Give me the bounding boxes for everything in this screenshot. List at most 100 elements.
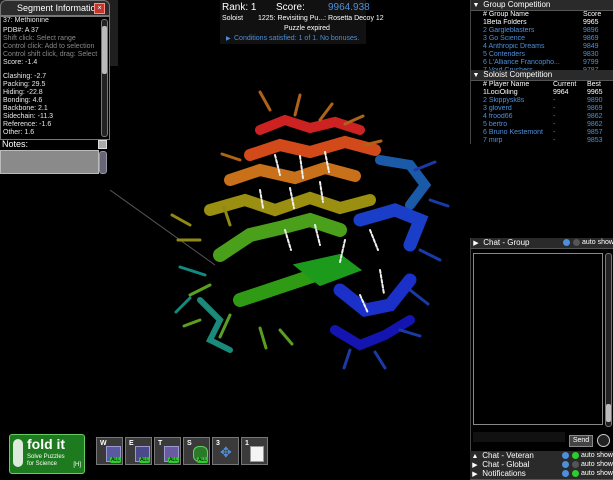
info-icon[interactable] <box>562 470 569 477</box>
wiggle-all-badge: ALL <box>110 457 121 463</box>
player-best: 9869 <box>587 105 603 112</box>
group-row[interactable]: 2 Gargleblasters 9896 <box>471 27 613 35</box>
player-row[interactable]: 4 frood66 - 9862 <box>471 113 613 121</box>
chat-group-header[interactable]: ▶ Chat - Group auto show <box>471 238 613 249</box>
info-icon[interactable] <box>563 239 570 246</box>
player-row[interactable]: 1LociOiling 9964 9965 <box>471 89 613 97</box>
soloist-competition-header[interactable]: ▼ Soloist Competition <box>471 70 613 81</box>
group-score: 9799 <box>583 59 599 66</box>
protein-viewport[interactable] <box>110 60 470 430</box>
group-name: 2 Gargleblasters <box>483 27 535 34</box>
info-icon[interactable] <box>562 452 569 459</box>
group-score: 9849 <box>583 43 599 50</box>
col-player-name: # Player Name <box>483 81 530 88</box>
logo-sub1-text: Solve Puzzles <box>27 454 65 460</box>
wiggle-sidechains-tool-button[interactable]: T ALL <box>154 437 181 465</box>
col-group-score: Score <box>583 11 602 18</box>
conditions-text[interactable]: Conditions satisfied: 1 of 1. No bonuses… <box>234 35 359 42</box>
score-value: 9964.938 <box>328 2 370 13</box>
collapse-triangle-icon[interactable]: ▼ <box>471 1 481 11</box>
conditions-arrow-icon[interactable]: ▶ <box>226 35 231 42</box>
col-current: Current <box>553 81 577 88</box>
expand-triangle-icon[interactable]: ▶ <box>471 239 481 249</box>
shake-all-badge: ALL <box>139 457 150 463</box>
player-current: - <box>553 121 556 128</box>
notepad-icon <box>250 446 264 462</box>
group-table-header: # Group Name Score <box>471 11 613 19</box>
foldit-logo[interactable]: fold it Solve Puzzles for Science [H] <box>9 434 85 474</box>
player-best: 9862 <box>587 113 603 120</box>
player-row[interactable]: 5 bertro - 9862 <box>471 121 613 129</box>
shake-sidechains-tool-button[interactable]: S ALL <box>183 437 210 465</box>
move-tool-button[interactable]: 3 ✥ <box>212 437 239 465</box>
notifications-title: Notifications <box>482 469 526 478</box>
notes-tool-button[interactable]: 1 <box>241 437 268 465</box>
score-header: Rank: 1 Score: 9964.938 Soloist 1225: Re… <box>220 0 384 44</box>
player-row[interactable]: 2 Skippysk8s - 9890 <box>471 97 613 105</box>
segment-info-header[interactable]: Segment Information × <box>0 0 110 16</box>
sidechain-value: Sidechain: -11.3 <box>3 113 54 120</box>
chat-input[interactable] <box>473 432 565 442</box>
clock-icon[interactable] <box>597 434 610 447</box>
chat-group-panel: ▶ Chat - Group auto show Send <box>470 238 613 479</box>
pdb-number: PDB#: A 37 <box>3 27 39 34</box>
puzzle-name: 1225: Revisiting Pu...: Rosetta Decoy 12 <box>258 15 384 22</box>
group-competition-header[interactable]: ▼ Group Competition <box>471 0 613 11</box>
wiggle-tool-button[interactable]: W ALL <box>96 437 123 465</box>
send-button[interactable]: Send <box>569 435 593 447</box>
chat-global-autoshow: auto show <box>581 461 613 468</box>
chat-message-area[interactable] <box>473 253 603 425</box>
group-name: 6 L'Alliance Francopho... <box>483 59 560 66</box>
player-current: - <box>553 113 556 120</box>
collapse-triangle-icon[interactable]: ▼ <box>471 71 481 81</box>
player-row[interactable]: 6 Bruno Kestemont - 9857 <box>471 129 613 137</box>
group-row[interactable]: 6 L'Alliance Francopho... 9799 <box>471 59 613 67</box>
group-table-rows: 1Beta Folders 9965 2 Gargleblasters 9896 3 G… <box>471 19 613 75</box>
wiggle-sidechains-all-badge: ALL <box>168 457 179 463</box>
group-name: 3 Go Science <box>483 35 526 42</box>
player-current: - <box>553 137 556 144</box>
shake-tool-button[interactable]: E ALL <box>125 437 152 465</box>
protein-structure[interactable] <box>170 90 450 370</box>
hint-control-click: Control click: Add to selection <box>3 43 95 50</box>
notifications-header[interactable]: ▶ Notifications auto show <box>470 469 613 480</box>
player-row[interactable]: 7 mirp - 9853 <box>471 137 613 145</box>
player-current: - <box>553 129 556 136</box>
group-name: 1Beta Folders <box>483 19 527 26</box>
notes-field[interactable] <box>0 150 99 174</box>
group-row[interactable]: 4 Anthropic Dreams 9849 <box>471 43 613 51</box>
packing-value: Packing: 29.5 <box>3 81 46 88</box>
info-icon[interactable] <box>562 461 569 468</box>
group-name: 5 Contenders <box>483 51 526 58</box>
notes-scrollbar[interactable] <box>99 151 107 174</box>
segment-info-body: 37: Methionine PDB#: A 37 Shift click: S… <box>0 16 110 140</box>
player-name: 7 mirp <box>483 137 503 144</box>
notes-key: 1 <box>245 440 249 447</box>
chat-scrollbar[interactable] <box>605 253 612 427</box>
foldit-ribbon-icon <box>13 439 23 467</box>
clashing-value: Clashing: -2.7 <box>3 73 47 80</box>
auto-show-toggle-icon[interactable] <box>573 239 580 246</box>
hiding-value: Hiding: -22.8 <box>3 89 43 96</box>
player-row[interactable]: 3 gloverd - 9869 <box>471 105 613 113</box>
group-score: 9896 <box>583 27 599 34</box>
logo-sub2-text: for Science <box>27 461 58 467</box>
auto-show-toggle-icon[interactable] <box>572 470 579 477</box>
auto-show-toggle-icon[interactable] <box>572 461 579 468</box>
group-row[interactable]: 5 Contenders 9830 <box>471 51 613 59</box>
shake-key: E <box>129 440 134 447</box>
player-name: 3 gloverd <box>483 105 512 112</box>
close-icon[interactable]: × <box>94 3 105 14</box>
segment-scrollbar[interactable] <box>101 19 108 137</box>
player-name: 2 Skippysk8s <box>483 97 525 104</box>
notes-icon[interactable] <box>98 140 107 149</box>
soloist-competition-title: Soloist Competition <box>483 70 553 79</box>
group-name: 4 Anthropic Dreams <box>483 43 545 50</box>
group-row[interactable]: 1Beta Folders 9965 <box>471 19 613 27</box>
soloist-table-header: # Player Name Current Best <box>471 81 613 89</box>
mode-label: Soloist <box>222 15 244 22</box>
player-name: 6 Bruno Kestemont <box>483 129 543 136</box>
auto-show-toggle-icon[interactable] <box>572 452 579 459</box>
group-row[interactable]: 3 Go Science 9869 <box>471 35 613 43</box>
score-label: Score: <box>276 2 305 13</box>
